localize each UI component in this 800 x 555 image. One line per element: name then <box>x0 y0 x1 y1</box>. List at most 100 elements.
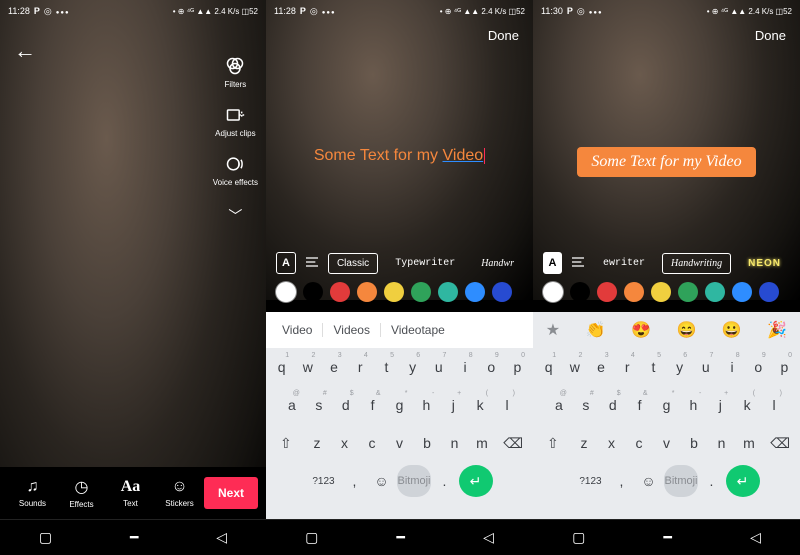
key[interactable]: 6y <box>668 351 691 383</box>
color-swatch[interactable] <box>651 282 671 302</box>
key[interactable]: m <box>470 427 494 459</box>
key[interactable]: b <box>682 427 706 459</box>
key[interactable]: @a <box>280 389 304 421</box>
key[interactable]: -h <box>414 389 438 421</box>
key[interactable]: c <box>627 427 651 459</box>
key[interactable]: &f <box>628 389 652 421</box>
key[interactable]: 1q <box>537 351 560 383</box>
key-backspace[interactable]: ⌫ <box>497 427 529 459</box>
key-enter[interactable]: ↵ <box>459 465 493 497</box>
key[interactable]: z <box>572 427 596 459</box>
done-button[interactable]: Done <box>488 28 519 43</box>
key-shift[interactable]: ⇧ <box>270 427 302 459</box>
key[interactable]: #s <box>307 389 331 421</box>
key[interactable]: @a <box>547 389 571 421</box>
key[interactable]: x <box>599 427 623 459</box>
font-neon[interactable]: NEON <box>739 253 790 274</box>
key[interactable]: 0p <box>773 351 796 383</box>
key[interactable]: 4r <box>349 351 372 383</box>
text-style-toggle[interactable]: A <box>276 252 296 274</box>
sounds-button[interactable]: ♫ Sounds <box>8 478 57 508</box>
back-button[interactable]: ← <box>14 38 36 64</box>
nav-back[interactable]: ◁ <box>216 529 227 546</box>
emoji-suggestion[interactable]: ★ <box>546 320 560 340</box>
text-button[interactable]: Aa Text <box>106 478 155 508</box>
key[interactable]: 5t <box>642 351 665 383</box>
filters-button[interactable]: Filters <box>224 55 246 89</box>
emoji-suggestion[interactable]: 😍 <box>631 320 651 340</box>
adjust-clips-button[interactable]: Adjust clips <box>215 104 255 138</box>
color-swatch[interactable] <box>624 282 644 302</box>
key-symbols[interactable]: ?123 <box>573 465 607 497</box>
key[interactable]: (k <box>735 389 759 421</box>
font-handwriting[interactable]: Handwr <box>472 253 523 274</box>
key-symbols[interactable]: ?123 <box>306 465 340 497</box>
align-button[interactable] <box>570 254 586 273</box>
color-swatch[interactable] <box>411 282 431 302</box>
key[interactable]: 9o <box>747 351 770 383</box>
key[interactable]: (k <box>468 389 492 421</box>
nav-recent[interactable]: ▢ <box>305 529 318 546</box>
key[interactable]: 5t <box>375 351 398 383</box>
key-backspace[interactable]: ⌫ <box>764 427 796 459</box>
key[interactable]: 2w <box>563 351 586 383</box>
key[interactable]: $d <box>601 389 625 421</box>
key[interactable]: 4r <box>616 351 639 383</box>
key-comma[interactable]: , <box>343 465 365 497</box>
font-typewriter-cut[interactable]: ewriter <box>594 253 654 274</box>
key[interactable]: 0p <box>506 351 529 383</box>
key-emoji[interactable]: ☺ <box>635 465 661 497</box>
key[interactable]: )l <box>762 389 786 421</box>
key-period[interactable]: . <box>434 465 456 497</box>
suggestion[interactable]: Videos <box>323 323 380 337</box>
key[interactable]: n <box>442 427 466 459</box>
key-space[interactable]: Bitmoji <box>664 465 697 497</box>
suggestion[interactable]: Video <box>272 323 323 337</box>
key[interactable]: *g <box>655 389 679 421</box>
key[interactable]: m <box>737 427 761 459</box>
nav-back[interactable]: ◁ <box>483 529 494 546</box>
font-classic[interactable]: Classic <box>328 253 378 274</box>
color-swatch[interactable] <box>759 282 779 302</box>
key[interactable]: +j <box>441 389 465 421</box>
nav-back[interactable]: ◁ <box>750 529 761 546</box>
key-space[interactable]: Bitmoji <box>397 465 430 497</box>
color-swatch[interactable] <box>357 282 377 302</box>
color-swatch[interactable] <box>384 282 404 302</box>
nav-home[interactable]: ━ <box>396 529 404 546</box>
key[interactable]: $d <box>334 389 358 421</box>
key[interactable]: +j <box>708 389 732 421</box>
key[interactable]: -h <box>681 389 705 421</box>
color-swatch[interactable] <box>492 282 512 302</box>
font-typewriter[interactable]: Typewriter <box>386 253 464 274</box>
color-swatch[interactable] <box>732 282 752 302</box>
color-swatch[interactable] <box>303 282 323 302</box>
text-overlay[interactable]: Some Text for my Video <box>533 147 800 177</box>
key-enter[interactable]: ↵ <box>726 465 760 497</box>
key[interactable]: 3e <box>589 351 612 383</box>
key[interactable]: )l <box>495 389 519 421</box>
key-shift[interactable]: ⇧ <box>537 427 569 459</box>
key[interactable]: &f <box>361 389 385 421</box>
text-overlay[interactable]: Some Text for my Video <box>266 147 533 165</box>
effects-button[interactable]: ◷ Effects <box>57 477 106 509</box>
key[interactable]: 8i <box>720 351 743 383</box>
emoji-suggestion[interactable]: 😀 <box>722 320 742 340</box>
key[interactable]: *g <box>388 389 412 421</box>
nav-recent[interactable]: ▢ <box>39 529 52 546</box>
key[interactable]: 7u <box>427 351 450 383</box>
done-button[interactable]: Done <box>755 28 786 43</box>
nav-home[interactable]: ━ <box>130 529 138 546</box>
next-button[interactable]: Next <box>204 477 258 509</box>
color-swatch[interactable] <box>543 282 563 302</box>
voice-effects-button[interactable]: Voice effects <box>213 153 258 187</box>
color-swatch[interactable] <box>678 282 698 302</box>
suggestion[interactable]: Videotape <box>381 323 455 337</box>
expand-tools-button[interactable]: ﹀ <box>228 206 242 226</box>
key-emoji[interactable]: ☺ <box>368 465 394 497</box>
key[interactable]: z <box>305 427 329 459</box>
color-swatch[interactable] <box>330 282 350 302</box>
stickers-button[interactable]: ☺ Stickers <box>155 478 204 508</box>
key[interactable]: 9o <box>480 351 503 383</box>
key[interactable]: 6y <box>401 351 424 383</box>
